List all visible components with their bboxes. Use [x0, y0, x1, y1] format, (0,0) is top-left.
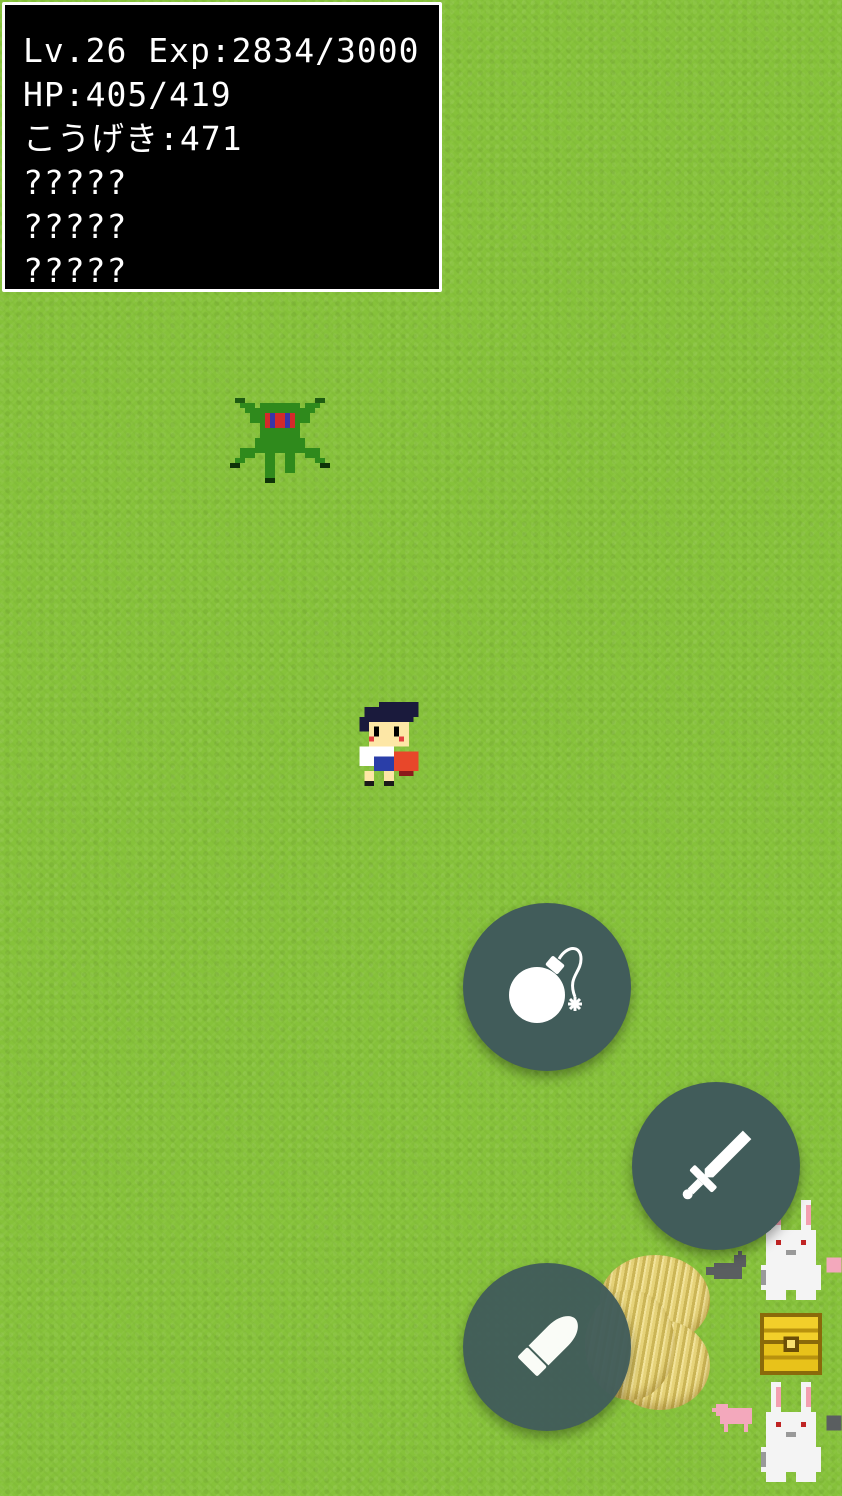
unknown-stat-3: ?????: [23, 251, 128, 290]
pink-pig-critter: [712, 1404, 752, 1432]
attack-text: こうげき:471: [23, 119, 243, 158]
bomb-icon: [509, 947, 583, 1023]
hp-text: HP:405/419: [23, 75, 232, 114]
bullet-button[interactable]: [463, 1263, 631, 1431]
unknown-stat-1: ?????: [23, 163, 128, 202]
player-character: [359, 702, 419, 786]
gray-rabbit-critter: [706, 1251, 746, 1279]
level-exp-text: Lv.26 Exp:2834/3000: [23, 31, 420, 70]
pink-critter-edge: [826, 1257, 842, 1273]
status-panel: Lv.26 Exp:2834/3000 HP:405/419 こうげき:471 …: [2, 2, 442, 292]
sword-icon: [682, 1130, 752, 1200]
goblin-enemy[interactable]: [230, 398, 330, 488]
unknown-stat-2: ?????: [23, 207, 128, 246]
rabbit-enemy[interactable]: [756, 1382, 826, 1482]
bullet-icon: [518, 1316, 578, 1376]
bomb-button[interactable]: [463, 903, 631, 1071]
gray-critter-edge: [826, 1415, 842, 1431]
sword-button[interactable]: [632, 1082, 800, 1250]
treasure-chest[interactable]: [760, 1312, 822, 1376]
